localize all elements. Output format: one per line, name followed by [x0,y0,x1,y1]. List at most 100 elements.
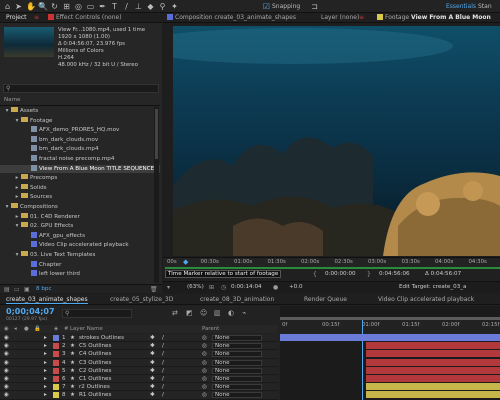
chevron-down-icon[interactable]: ▾ [3,203,11,211]
shy-switch-icon[interactable]: ✱ [150,383,155,391]
quality-switch-icon[interactable]: / [162,367,164,375]
label-color-swatch[interactable] [53,359,59,366]
set-in-icon[interactable]: { [313,271,317,278]
timeline-search-input[interactable]: ⚲ [62,309,132,318]
zoom-tool-icon[interactable]: 🔍 [38,2,48,11]
shy-switch-icon[interactable]: ✱ [150,391,155,399]
parent-dropdown[interactable]: None [212,367,262,374]
quality-switch-icon[interactable]: / [162,359,164,367]
column-name-header[interactable]: Name [4,97,21,103]
label-color-swatch[interactable] [53,367,59,374]
shy-switch-icon[interactable]: ✱ [150,375,155,383]
shy-switch-icon[interactable]: ✱ [150,359,155,367]
end-timecode[interactable]: 0:04:56:06 [379,271,410,277]
eye-icon[interactable]: ◉ [4,350,9,358]
timeline-tab[interactable]: Render Queue [304,296,347,303]
layer-duration-bar[interactable] [366,383,500,391]
chevron-down-icon[interactable]: ▾ [13,117,21,125]
layer-row[interactable]: ◉ ▸ 4 ★ C3 Outlines ✱ / ◎ None [0,359,278,367]
quality-switch-icon[interactable]: / [162,342,164,350]
project-item[interactable]: left lower third [0,270,160,278]
layer-row[interactable]: ◉ ▸ 8 ★ R1 Outlines ✱ / ◎ None [0,391,278,400]
chevron-right-icon[interactable]: ▸ [13,213,21,221]
graph-editor-icon[interactable]: ⌁ [242,309,246,317]
chevron-down-icon[interactable]: ▾ [13,251,21,259]
project-scrollbar[interactable] [154,107,159,283]
snap-icon[interactable]: ⊐ [310,2,319,11]
scrollbar-thumb[interactable] [155,109,158,159]
project-item[interactable]: fractal noise precomp.mp4 [0,155,160,163]
zoom-level[interactable]: (63%) [187,284,204,290]
parent-dropdown[interactable]: None [212,343,262,350]
chevron-right-icon[interactable]: ▸ [44,334,47,342]
layer-name[interactable]: strokes Outlines [79,334,124,342]
interpret-footage-icon[interactable]: ▤ [4,286,10,293]
time-marker-icon[interactable]: ◆ [183,258,189,266]
project-item[interactable]: ▾ 02. GPU Effects [0,222,160,230]
project-item[interactable]: AFX_gpu_effects [0,231,160,240]
layer-row[interactable]: ◉ ▸ 3 ★ C4 Outlines ✱ / ◎ None [0,350,278,359]
current-timecode[interactable]: 0:00:14:04 [231,284,262,290]
timeline-tab[interactable]: create_03_animate_shapes [6,296,88,304]
new-folder-icon[interactable]: ▭ [14,286,20,293]
chevron-right-icon[interactable]: ▸ [44,383,47,391]
eye-icon[interactable]: ◉ [4,334,9,342]
chevron-right-icon[interactable]: ▸ [44,367,47,375]
shy-switch-icon[interactable]: ✱ [150,350,155,358]
project-item[interactable]: ▾ Compositions [0,203,160,211]
layer-name[interactable]: R1 Outlines [79,391,111,399]
pick-whip-icon[interactable]: ◎ [202,334,207,342]
chevron-right-icon[interactable]: ▸ [44,375,47,383]
layer-name[interactable]: C5 Outlines [79,342,111,350]
chevron-down-icon[interactable]: ▾ [3,107,11,115]
delete-icon[interactable]: 🗑 [150,286,158,293]
type-tool-icon[interactable]: T [110,2,119,11]
project-item[interactable]: ▾ Footage [0,116,160,125]
workspace-essentials[interactable]: Essentials [446,3,476,10]
quality-switch-icon[interactable]: / [162,334,164,342]
snapping-checkbox-icon[interactable]: ☑ [262,2,271,11]
parent-header[interactable]: Parent [202,325,219,333]
label-color-swatch[interactable] [53,343,59,350]
chevron-right-icon[interactable]: ▸ [44,342,47,350]
layer-row[interactable]: ◉ ▸ 1 ★ strokes Outlines ✱ / ◎ None [0,334,278,343]
chevron-right-icon[interactable]: ▸ [13,184,21,192]
shy-layers-icon[interactable]: ☺ [200,309,207,317]
panel-menu-icon[interactable]: ≡ [34,14,39,21]
viewer-menu-icon[interactable]: ≡ [359,14,364,21]
project-item[interactable]: ▾ Assets [0,107,160,115]
layer-duration-bar[interactable] [280,334,500,341]
shy-switch-icon[interactable]: ✱ [150,367,155,375]
project-item[interactable]: ▸ Precomps [0,174,160,182]
pick-whip-icon[interactable]: ◎ [202,391,207,399]
layer-duration-bar[interactable] [366,375,500,382]
pick-whip-icon[interactable]: ◎ [202,342,207,350]
start-timecode[interactable]: 0:00:00:00 [325,271,356,277]
layer-name[interactable]: C2 Outlines [79,367,111,375]
snapshot-icon[interactable]: ◷ [221,284,226,291]
layer-name-header[interactable]: Layer Name [70,325,103,333]
frame-blending-icon[interactable]: ▥ [214,309,221,317]
camera-tool-icon[interactable]: ⊞ [62,2,71,11]
pan-behind-tool-icon[interactable]: ◎ [74,2,83,11]
layer-duration-bar[interactable] [366,366,500,374]
motion-blur-icon[interactable]: ◐ [228,309,234,317]
project-item[interactable]: ▸ Sources [0,193,160,201]
new-comp-icon[interactable]: ▣ [24,286,30,293]
eye-icon[interactable]: ◉ [4,342,9,350]
layer-name[interactable]: C1 Outlines [79,375,111,383]
chevron-right-icon[interactable]: ▸ [44,359,47,367]
quality-switch-icon[interactable]: / [162,375,164,383]
project-item[interactable]: ▾ 03. Live Text Templates [0,251,160,259]
layer-row[interactable]: ◉ ▸ 7 ★ r2 Outlines ✱ / ◎ None [0,383,278,392]
parent-dropdown[interactable]: None [212,376,262,382]
label-color-swatch[interactable] [53,384,59,391]
roto-tool-icon[interactable]: ⚲ [158,2,167,11]
layer-row[interactable]: ◉ ▸ 5 ★ C2 Outlines ✱ / ◎ None [0,367,278,375]
timeline-tab[interactable]: create_08_3D_animation [200,296,274,303]
project-item[interactable]: bm_dark_clouds.mov [0,135,160,144]
pick-whip-icon[interactable]: ◎ [202,359,207,367]
clone-tool-icon[interactable]: ⊥ [134,2,143,11]
brush-tool-icon[interactable]: / [122,2,131,11]
chevron-right-icon[interactable]: ▸ [13,193,21,201]
